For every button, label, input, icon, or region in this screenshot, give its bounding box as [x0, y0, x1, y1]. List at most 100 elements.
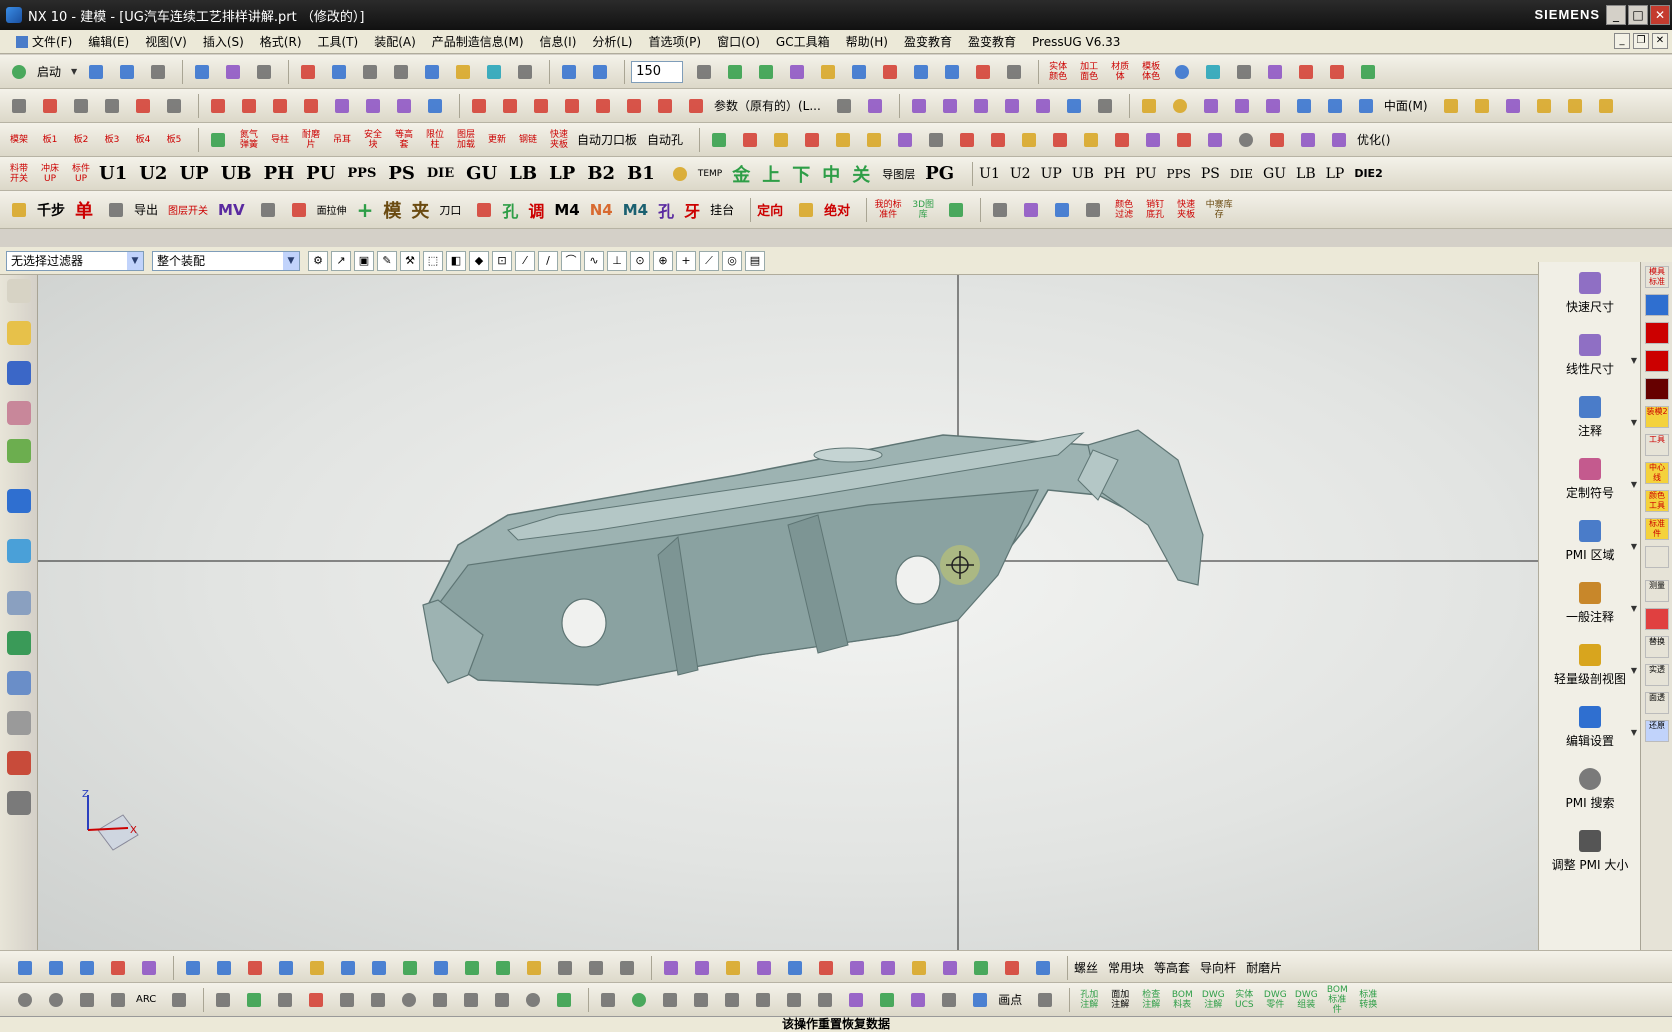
fillet-curve-icon[interactable] — [528, 93, 554, 119]
thicken-icon[interactable] — [298, 93, 324, 119]
cylinder-icon[interactable] — [1355, 59, 1381, 85]
cube-gold-icon[interactable] — [1016, 127, 1042, 153]
bounded-plane-icon[interactable] — [937, 93, 963, 119]
model-canvas[interactable]: Z X — [38, 275, 1538, 950]
layer-load-button[interactable]: 图层加载 — [453, 130, 479, 150]
sheet-face-icon[interactable] — [906, 93, 932, 119]
blade-button[interactable]: 刀口 — [439, 202, 461, 218]
through-curves-icon[interactable] — [999, 93, 1025, 119]
sphere-solid-icon[interactable] — [1167, 93, 1193, 119]
section-icon[interactable] — [877, 59, 903, 85]
frame-tool-icon[interactable] — [1645, 294, 1669, 316]
menu-analysis[interactable]: 分析(L) — [584, 33, 640, 50]
circle-3-icon[interactable] — [396, 987, 422, 1013]
layer-settings-icon[interactable] — [691, 59, 717, 85]
wcs-icon[interactable] — [587, 59, 613, 85]
template-icon[interactable]: 模板体色 — [1138, 62, 1164, 82]
wire-cube-icon[interactable] — [1295, 127, 1321, 153]
select-solid-icon[interactable]: ◧ — [446, 250, 466, 271]
divide-curve-icon[interactable] — [497, 93, 523, 119]
select-body-icon[interactable]: ◆ — [469, 250, 489, 271]
pmi-general-note-button[interactable]: 一般注释 ▼ — [1539, 582, 1641, 625]
menu-info[interactable]: 信息(I) — [532, 33, 585, 50]
move-lb[interactable]: LB — [1296, 166, 1316, 182]
corner-icon[interactable] — [458, 987, 484, 1013]
list-icon[interactable] — [7, 791, 31, 815]
move-die[interactable]: DIE — [1230, 167, 1253, 181]
part-navigator-icon[interactable] — [7, 401, 31, 425]
n-sided-icon[interactable] — [1030, 93, 1056, 119]
stack-icon[interactable] — [768, 127, 794, 153]
circle-2-icon[interactable] — [43, 987, 69, 1013]
pmi-edit-settings-button[interactable]: 编辑设置 ▼ — [1539, 706, 1641, 749]
draw-point-button[interactable]: 画点 — [998, 991, 1022, 1008]
trim-curve-icon[interactable] — [466, 93, 492, 119]
pg-button[interactable]: PG — [925, 163, 954, 184]
measure-2-icon[interactable] — [366, 955, 392, 981]
eraser-icon[interactable] — [471, 197, 497, 223]
system-materials-icon[interactable] — [7, 711, 31, 735]
pen-icon[interactable] — [1231, 59, 1257, 85]
flange-icon[interactable] — [1469, 93, 1495, 119]
bend-icon[interactable] — [1531, 93, 1557, 119]
safety-block-button[interactable]: 安全块 — [360, 130, 386, 150]
3d-library-button[interactable]: 3D图库 — [908, 200, 938, 220]
bom-list-button[interactable]: BOM料表 — [1169, 990, 1195, 1010]
m4-button[interactable]: M4 — [554, 201, 579, 219]
tool-button[interactable]: 工具 — [1645, 434, 1669, 456]
chain-link-icon[interactable] — [551, 987, 577, 1013]
stamped-bracket-part[interactable] — [422, 429, 1204, 686]
red-ball-icon[interactable] — [1645, 608, 1669, 630]
sweep-icon[interactable] — [267, 93, 293, 119]
cut-cube-icon[interactable] — [1264, 127, 1290, 153]
plus-icon[interactable]: + — [357, 198, 374, 222]
solid-transparent-button[interactable]: 实透 — [1645, 664, 1669, 686]
menu-edit[interactable]: 编辑(E) — [80, 33, 137, 50]
selection-scope-select[interactable]: 整个装配 — [152, 250, 300, 271]
tool-icon[interactable] — [255, 197, 281, 223]
polygon-icon[interactable] — [74, 987, 100, 1013]
move-icon[interactable] — [556, 59, 582, 85]
menu-yingbian-1[interactable]: 盈变教育 — [896, 33, 960, 50]
die2-button[interactable]: DIE2 — [1354, 167, 1382, 180]
arc-button[interactable]: ARC — [136, 994, 156, 1005]
plate-ph[interactable]: PH — [264, 163, 295, 184]
surface-1-icon[interactable] — [136, 955, 162, 981]
settings-gear-icon[interactable] — [7, 279, 31, 303]
close-layer-button[interactable]: 关 — [852, 161, 870, 187]
mdi-minimize-button[interactable]: _ — [1614, 33, 1630, 49]
snap-quadrant-icon[interactable]: ⊕ — [653, 250, 673, 271]
graphics-viewport[interactable]: Z X — [38, 275, 1538, 950]
gear-part-icon[interactable] — [892, 127, 918, 153]
move-ub[interactable]: UB — [1072, 166, 1094, 182]
menu-tools[interactable]: 工具(T) — [310, 33, 367, 50]
join-curve-icon[interactable] — [590, 93, 616, 119]
menu-help[interactable]: 帮助(H) — [838, 33, 896, 50]
frame-gray-icon[interactable] — [614, 955, 640, 981]
check-icon[interactable] — [428, 955, 454, 981]
equal-height-sleeve-button[interactable]: 等高套 — [1154, 959, 1190, 976]
spline-icon[interactable] — [161, 93, 187, 119]
pmi-quick-dimension-button[interactable]: 快速尺寸 — [1539, 272, 1641, 315]
solid-ucs-button[interactable]: 实体UCS — [1231, 990, 1257, 1010]
pmi-search-button[interactable]: PMI 搜索 — [1539, 768, 1641, 811]
rectangle-icon[interactable] — [6, 93, 32, 119]
menu-preferences[interactable]: 首选项(P) — [640, 33, 709, 50]
plate-pu[interactable]: PU — [306, 163, 335, 184]
mold-2-button[interactable]: 装模2 — [1645, 406, 1669, 428]
thread-button[interactable]: 牙 — [684, 198, 700, 222]
cube-flame-icon[interactable] — [1047, 127, 1073, 153]
blue-1-icon[interactable] — [782, 955, 808, 981]
t-icon[interactable] — [1324, 59, 1350, 85]
move-gu[interactable]: GU — [1263, 166, 1286, 182]
plate-4-icon[interactable]: 板3 — [99, 135, 125, 145]
frame-part-icon[interactable] — [923, 127, 949, 153]
dwg-part-button[interactable]: DWG零件 — [1262, 990, 1288, 1010]
pin-hole-button[interactable]: 销钉底孔 — [1142, 200, 1168, 220]
layer-icon[interactable] — [357, 59, 383, 85]
gray-ball-icon[interactable] — [1233, 127, 1259, 153]
my-standard-parts-button[interactable]: 我的标准件 — [873, 200, 903, 220]
settings-cube-icon[interactable] — [1326, 127, 1352, 153]
mold-button[interactable]: 模 — [383, 197, 401, 223]
view-section-icon[interactable] — [908, 59, 934, 85]
